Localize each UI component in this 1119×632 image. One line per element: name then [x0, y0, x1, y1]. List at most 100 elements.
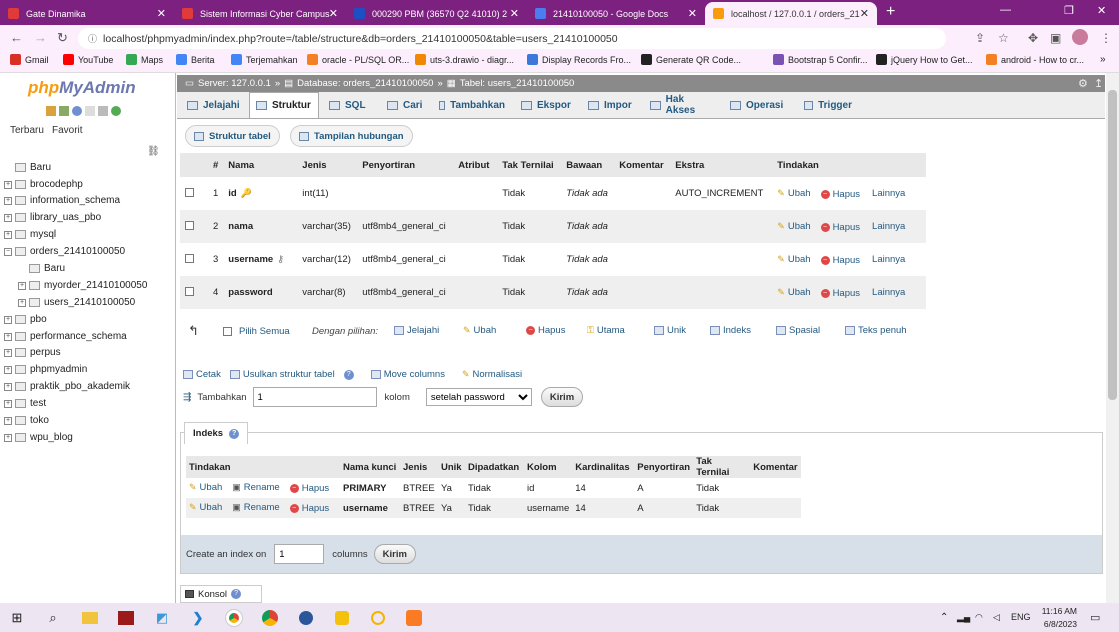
sidebar-db-item[interactable]: + wpu_blog — [4, 432, 73, 443]
bookmark-star-icon[interactable]: ☆ — [998, 31, 1009, 45]
bookmark-item[interactable]: YouTube — [63, 54, 113, 65]
column-header[interactable]: Jenis — [297, 153, 358, 177]
word-icon[interactable] — [295, 607, 317, 629]
minimize-icon[interactable]: — — [1000, 4, 1011, 16]
expand-icon[interactable]: + — [4, 433, 12, 442]
sidebar-db-item[interactable]: + users_21410100050 — [18, 297, 135, 308]
info-icon[interactable]: ⓘ — [88, 32, 97, 45]
bookmark-item[interactable]: uts-3.drawio - diagr... — [415, 54, 514, 65]
sidebar-db-item[interactable]: + praktik_pbo_akademik — [4, 381, 130, 392]
sidebar-db-item[interactable]: − orders_21410100050 — [4, 246, 125, 257]
select-all-label[interactable]: Pilih Semua — [239, 326, 290, 337]
search-icon[interactable]: ⌕ — [42, 607, 64, 629]
expand-icon[interactable]: + — [4, 230, 12, 239]
close-tab-icon[interactable]: ✕ — [510, 7, 519, 20]
browser-tab[interactable]: localhost / 127.0.0.1 / orders_21 ✕ — [705, 2, 877, 25]
menu-tab[interactable]: Jelajahi — [181, 92, 247, 118]
edit-index-link[interactable]: ✎ Ubah — [189, 482, 222, 493]
delete-index-link[interactable]: − Hapus — [289, 503, 329, 514]
column-header[interactable]: Bawaan — [561, 153, 615, 177]
sidebar-db-item[interactable]: + mysql — [4, 229, 56, 240]
delete-column-link[interactable]: − Hapus — [820, 255, 860, 266]
xampp-icon[interactable] — [403, 607, 425, 629]
bookmark-item[interactable]: android - How to cr... — [986, 54, 1084, 65]
bookmark-item[interactable]: Display Records Fro... — [527, 54, 631, 65]
sidebar-db-item[interactable]: +Baru — [18, 263, 65, 274]
rename-index-link[interactable]: ▣ Rename — [232, 502, 279, 513]
bookmark-item[interactable]: Gmail — [10, 54, 49, 65]
menu-tab[interactable]: Cari — [381, 92, 429, 118]
bulk-action-button[interactable]: Jelajahi — [394, 325, 439, 336]
sidebar-db-item[interactable]: + myorder_21410100050 — [18, 280, 147, 291]
close-tab-icon[interactable]: ✕ — [688, 7, 697, 20]
expand-icon[interactable]: + — [4, 382, 12, 391]
edit-column-link[interactable]: ✎ Ubah — [777, 188, 810, 199]
app-yellow-icon[interactable] — [331, 607, 353, 629]
bulk-action-button[interactable]: ✎ Ubah — [463, 325, 496, 336]
column-header[interactable]: Ekstra — [670, 153, 773, 177]
breadcrumb-table[interactable]: Tabel: users_21410100050 — [460, 78, 575, 89]
expand-icon[interactable]: + — [4, 315, 12, 324]
subtab-relation-view[interactable]: Tampilan hubungan — [290, 125, 413, 147]
back-icon[interactable]: ← — [10, 30, 23, 45]
expand-icon[interactable]: + — [4, 365, 12, 374]
menu-tab[interactable]: Tambahkan — [433, 92, 511, 118]
edit-column-link[interactable]: ✎ Ubah — [777, 254, 810, 265]
network-icon[interactable]: ▂▄ — [957, 612, 970, 623]
breadcrumb-database[interactable]: Database: orders_21410100050 — [297, 78, 433, 89]
rename-index-link[interactable]: ▣ Rename — [232, 482, 279, 493]
extensions-icon[interactable]: ✥ — [1028, 31, 1038, 45]
reload-icon[interactable]: ↻ — [57, 30, 68, 46]
profile-avatar[interactable] — [1072, 29, 1088, 45]
bookmark-item[interactable]: Berita — [176, 54, 215, 65]
wifi-icon[interactable]: ◠ — [975, 612, 983, 623]
bulk-action-button[interactable]: Spasial — [776, 325, 820, 336]
menu-tab[interactable]: Trigger — [798, 92, 858, 118]
collapse-all-icon[interactable]: ⛓ — [147, 146, 160, 157]
vscode-icon[interactable]: ❯ — [187, 607, 209, 629]
expand-icon[interactable]: − — [4, 247, 12, 256]
expand-icon[interactable]: + — [4, 348, 12, 357]
delete-column-link[interactable]: − Hapus — [820, 222, 860, 233]
language-indicator[interactable]: ENG — [1011, 612, 1031, 622]
menu-tab[interactable]: Ekspor — [515, 92, 578, 118]
chrome-profile-icon[interactable] — [259, 607, 281, 629]
refresh-icon[interactable] — [111, 106, 121, 116]
browser-tab[interactable]: 000290 PBM (36570 Q2 41010) 2 ✕ — [346, 2, 527, 25]
gear-icon[interactable]: ⚙ — [1078, 77, 1088, 90]
breadcrumb-server[interactable]: Server: 127.0.0.1 — [198, 78, 271, 89]
expand-icon[interactable]: + — [4, 180, 12, 189]
url-field[interactable]: ⓘ localhost/phpmyadmin/index.php?route=/… — [78, 28, 946, 49]
select-all-checkbox[interactable] — [223, 327, 232, 336]
bookmark-item[interactable]: Terjemahkan — [231, 54, 298, 65]
home-icon[interactable] — [46, 106, 56, 116]
app-blue-icon[interactable]: ◩ — [151, 607, 173, 629]
bulk-action-button[interactable]: Unik — [654, 325, 686, 336]
settings-icon[interactable] — [98, 106, 108, 116]
sidebar-db-item[interactable]: +Baru — [4, 162, 51, 173]
tab-favorite[interactable]: Favorit — [52, 125, 83, 136]
bulk-action-button[interactable]: Teks penuh — [845, 325, 907, 336]
bulk-action-button[interactable]: − Hapus — [526, 325, 565, 336]
sidebar-db-item[interactable]: + test — [4, 398, 46, 409]
column-header[interactable]: Tak Ternilai — [497, 153, 562, 177]
chrome-icon[interactable] — [223, 607, 245, 629]
expand-icon[interactable]: + — [4, 332, 12, 341]
file-explorer-icon[interactable] — [79, 607, 101, 629]
help-icon[interactable]: ? — [343, 369, 354, 380]
new-tab-button[interactable]: + — [886, 3, 895, 21]
edit-column-link[interactable]: ✎ Ubah — [777, 221, 810, 232]
help-icon[interactable] — [72, 106, 82, 116]
create-index-submit-button[interactable]: Kirim — [373, 544, 416, 564]
delete-column-link[interactable]: − Hapus — [820, 288, 860, 299]
tray-arrow-icon[interactable]: ⌃ — [940, 612, 948, 623]
column-header[interactable]: # — [208, 153, 224, 177]
help-icon[interactable]: ? — [229, 428, 240, 439]
logout-icon[interactable] — [59, 106, 69, 116]
sidebar-db-item[interactable]: + brocodephp — [4, 179, 83, 190]
sidebar-db-item[interactable]: + phpmyadmin — [4, 364, 87, 375]
sidebar-db-item[interactable]: + perpus — [4, 347, 61, 358]
normalize-link[interactable]: Normalisasi — [473, 369, 523, 380]
app-red-icon[interactable] — [115, 607, 137, 629]
close-window-icon[interactable]: ✕ — [1097, 4, 1106, 17]
